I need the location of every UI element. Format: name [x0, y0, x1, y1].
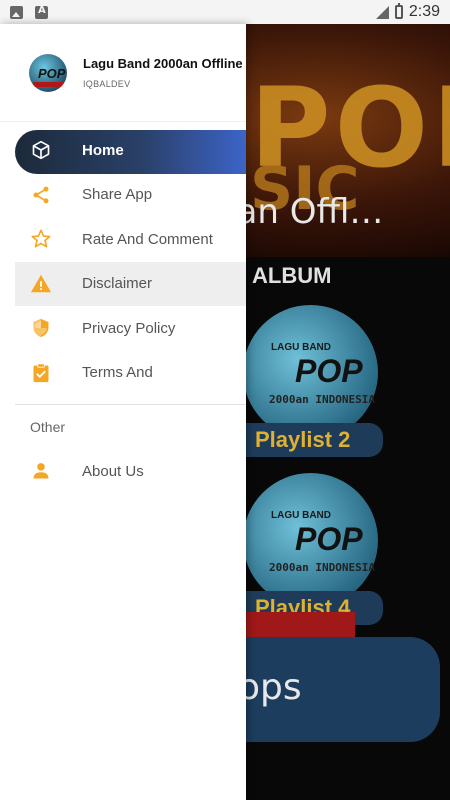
album-heading: ALBUM: [252, 263, 332, 288]
image-notification-icon: [10, 5, 23, 19]
battery-icon: [394, 3, 403, 19]
navigation-drawer: POP Lagu Band 2000an Offline IQBALDEV Ho…: [0, 24, 246, 800]
menu-item-terms[interactable]: Terms And: [0, 351, 246, 396]
playlist-label: Playlist 2: [225, 423, 383, 457]
drawer-menu: Home Share App Rate And Comment Disclaim…: [0, 128, 246, 494]
cover-line1: LAGU BAND: [271, 510, 331, 521]
menu-item-label: Rate And Comment: [82, 230, 213, 248]
status-bar: 2:39: [0, 0, 450, 24]
star-icon: [30, 228, 52, 250]
menu-item-home[interactable]: Home: [0, 128, 246, 174]
notification-icons: [10, 5, 48, 19]
cover-line1: LAGU BAND: [271, 342, 331, 353]
cover-line2: POP: [295, 353, 363, 389]
playlist-card[interactable]: LAGU BAND POP 2000an INDONESIA Playlist …: [225, 305, 383, 457]
menu-item-label: About Us: [82, 462, 144, 480]
menu-item-rate[interactable]: Rate And Comment: [0, 217, 246, 262]
cover-line2: POP: [295, 521, 363, 557]
drawer-header: POP Lagu Band 2000an Offline IQBALDEV: [0, 24, 246, 122]
cube-icon: [30, 139, 52, 161]
system-icons: 2:39: [375, 3, 440, 21]
share-icon: [30, 184, 52, 206]
menu-item-label: Disclaimer: [82, 275, 153, 293]
person-icon: [30, 460, 52, 482]
cover-line3: 2000an INDONESIA: [269, 561, 375, 574]
menu-item-about-us[interactable]: About Us: [0, 449, 246, 494]
playlist-card[interactable]: LAGU BAND POP 2000an INDONESIA Playlist …: [225, 473, 383, 625]
shield-icon: [30, 317, 52, 339]
album-cover: LAGU BAND POP 2000an INDONESIA: [243, 305, 378, 440]
logo-text: POP: [38, 66, 66, 81]
cover-line3: 2000an INDONESIA: [269, 393, 375, 406]
album-cover: LAGU BAND POP 2000an INDONESIA: [243, 473, 378, 608]
more-apps-label: ops: [238, 667, 302, 708]
app-logo: POP: [29, 54, 67, 92]
menu-item-disclaimer[interactable]: Disclaimer: [15, 261, 246, 306]
signal-icon: [375, 5, 389, 19]
menu-item-label: Share App: [82, 186, 153, 204]
other-section-title: Other: [30, 419, 66, 435]
developer-name: IQBALDEV: [83, 79, 131, 89]
a-notification-icon: [35, 5, 48, 19]
warning-icon: [30, 273, 52, 295]
menu-item-privacy-policy[interactable]: Privacy Policy: [0, 306, 246, 351]
menu-item-share-app[interactable]: Share App: [0, 173, 246, 218]
menu-item-label: Privacy Policy: [82, 319, 176, 337]
menu-item-label: Terms And: [82, 364, 153, 382]
clock: 2:39: [408, 3, 440, 20]
menu-item-label: Home: [82, 141, 124, 159]
clipboard-check-icon: [30, 362, 52, 384]
app-title: Lagu Band 2000an Offline: [83, 56, 243, 71]
